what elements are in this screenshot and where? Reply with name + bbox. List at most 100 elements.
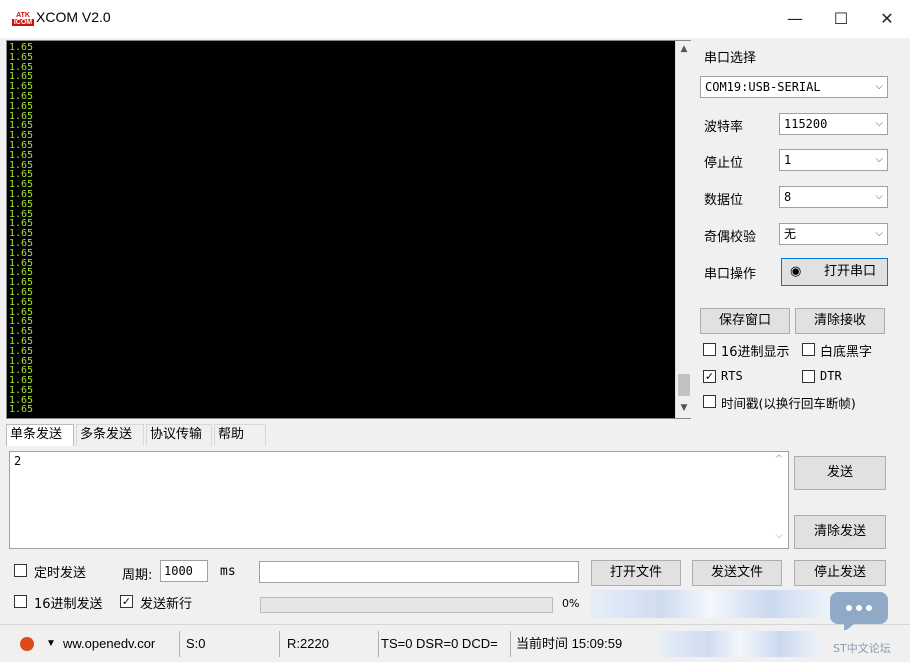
- period-unit: ms: [220, 564, 236, 579]
- receive-line: 1.65: [9, 277, 34, 289]
- close-button[interactable]: ✕: [864, 0, 910, 38]
- timestamp-label: 时间戳(以换行回车断帧): [721, 396, 856, 411]
- hex-display-checkbox[interactable]: [703, 343, 716, 356]
- status-divider: [510, 631, 511, 657]
- receive-line: 1.65: [9, 208, 34, 220]
- port-label: 串口选择: [704, 51, 757, 66]
- scroll-up-icon[interactable]: ▲: [676, 41, 692, 57]
- chevron-down-icon: ⌵: [875, 228, 883, 239]
- receive-line: 1.65: [9, 130, 34, 142]
- scroll-down-icon[interactable]: ▼: [676, 400, 692, 416]
- receive-line: 1.65: [9, 188, 34, 200]
- receive-line: 1.65: [9, 198, 34, 210]
- receive-line: 1.65: [9, 326, 34, 338]
- send-newline-checkbox[interactable]: ✓: [120, 595, 133, 608]
- open-port-label: 打开串口: [824, 264, 877, 279]
- clear-send-button[interactable]: 清除发送: [794, 515, 886, 549]
- status-divider: [378, 631, 379, 657]
- period-input[interactable]: 1000: [160, 560, 208, 582]
- receive-area[interactable]: 1.65 1.65 1.65 1.65 1.65 1.65 1.65 1.65 1.65 1.65…: [6, 40, 691, 419]
- send-input[interactable]: 2 ^ ⌵: [9, 451, 789, 549]
- port-select[interactable]: COM19:USB-SERIAL ⌵: [700, 76, 888, 98]
- dtr-checkbox[interactable]: [802, 370, 815, 383]
- stop-send-button[interactable]: 停止发送: [794, 560, 886, 586]
- period-label: 周期:: [122, 568, 153, 583]
- baud-select[interactable]: 115200 ⌵: [779, 113, 888, 135]
- chevron-down-icon[interactable]: ⌵: [772, 530, 786, 541]
- check-icon: ✓: [704, 370, 715, 383]
- receive-line: 1.65: [9, 306, 34, 318]
- clear-receive-button[interactable]: 清除接收: [795, 308, 885, 334]
- send-text: 2: [14, 454, 22, 468]
- receive-line: 1.65: [9, 169, 34, 181]
- app-logo-icon: ATK ICOM: [12, 12, 34, 28]
- receive-line: 1.65: [9, 71, 34, 83]
- dtr-label: DTR: [820, 369, 842, 383]
- line-signals: TS=0 DSR=0 DCD=: [381, 636, 498, 651]
- receive-line: 1.65: [9, 404, 34, 415]
- timestamp-checkbox[interactable]: [703, 395, 716, 408]
- baud-value: 115200: [784, 117, 828, 131]
- receive-line: 1.65: [9, 43, 34, 53]
- open-file-button[interactable]: 打开文件: [591, 560, 681, 586]
- receive-line: 1.65: [9, 120, 34, 132]
- receive-scrollbar[interactable]: ▲ ▼: [675, 41, 691, 418]
- receive-line: 1.65: [9, 228, 34, 240]
- title-bar: ATK ICOM XCOM V2.0 — ☐ ✕: [0, 0, 910, 38]
- timed-send-label: 定时发送: [34, 566, 87, 581]
- status-bar: ▼ ww.openedv.cor S:0 R:2220 TS=0 DSR=0 D…: [0, 624, 910, 662]
- tab-help[interactable]: 帮助: [214, 424, 266, 446]
- receive-line: 1.65: [9, 159, 34, 171]
- logo-text-top: ATK: [16, 12, 30, 19]
- current-time: 当前时间 15:09:59: [516, 636, 623, 651]
- send-file-button[interactable]: 发送文件: [692, 560, 782, 586]
- receive-line: 1.65: [9, 267, 34, 279]
- tab-protocol[interactable]: 协议传输: [146, 424, 212, 446]
- port-value: COM19:USB-SERIAL: [705, 80, 821, 94]
- status-divider: [179, 631, 180, 657]
- tab-single-send[interactable]: 单条发送: [6, 424, 74, 446]
- receive-line: 1.65: [9, 61, 34, 73]
- window-title: XCOM V2.0: [36, 9, 111, 25]
- logo-text-bottom: ICOM: [12, 19, 34, 26]
- rts-checkbox[interactable]: ✓: [703, 370, 716, 383]
- tab-multi-send[interactable]: 多条发送: [76, 424, 144, 446]
- send-button[interactable]: 发送: [794, 456, 886, 490]
- data-bits-value: 8: [784, 190, 792, 204]
- scroll-thumb[interactable]: [678, 374, 690, 396]
- hex-send-label: 16进制发送: [34, 597, 103, 612]
- save-window-button[interactable]: 保存窗口: [700, 308, 790, 334]
- receive-line: 1.65: [9, 296, 34, 308]
- receive-line: 1.65: [9, 139, 34, 151]
- receive-line: 1.65: [9, 365, 34, 377]
- chevron-down-icon: ⌵: [875, 154, 883, 165]
- rts-label: RTS: [721, 369, 743, 383]
- progress-percent: 0%: [562, 597, 580, 610]
- file-path-input[interactable]: [259, 561, 579, 583]
- parity-select[interactable]: 无 ⌵: [779, 223, 888, 245]
- receive-line: 1.65: [9, 81, 34, 93]
- send-newline-label: 发送新行: [140, 597, 193, 612]
- timed-send-checkbox[interactable]: [14, 564, 27, 577]
- forum-logo-icon: [830, 584, 900, 632]
- received-count: R:2220: [287, 636, 329, 651]
- white-bg-checkbox[interactable]: [802, 343, 815, 356]
- receive-line: 1.65: [9, 355, 34, 367]
- maximize-button[interactable]: ☐: [818, 0, 864, 38]
- sent-count: S:0: [186, 636, 206, 651]
- chevron-up-icon[interactable]: ^: [772, 454, 786, 465]
- watermark-text: ST中文论坛: [833, 642, 891, 655]
- receive-line: 1.65: [9, 218, 34, 230]
- stop-bits-label: 停止位: [704, 156, 744, 171]
- dropdown-arrow-icon[interactable]: ▼: [46, 631, 56, 657]
- receive-line: 1.65: [9, 345, 34, 357]
- website-link[interactable]: ww.openedv.cor: [63, 631, 178, 657]
- blurred-region: [590, 590, 830, 618]
- data-bits-select[interactable]: 8 ⌵: [779, 186, 888, 208]
- open-port-button[interactable]: ◉ 打开串口: [781, 258, 888, 286]
- stop-bits-select[interactable]: 1 ⌵: [779, 149, 888, 171]
- receive-line: 1.65: [9, 237, 34, 249]
- minimize-button[interactable]: —: [772, 0, 818, 38]
- hex-send-checkbox[interactable]: [14, 595, 27, 608]
- receive-line: 1.65: [9, 335, 34, 347]
